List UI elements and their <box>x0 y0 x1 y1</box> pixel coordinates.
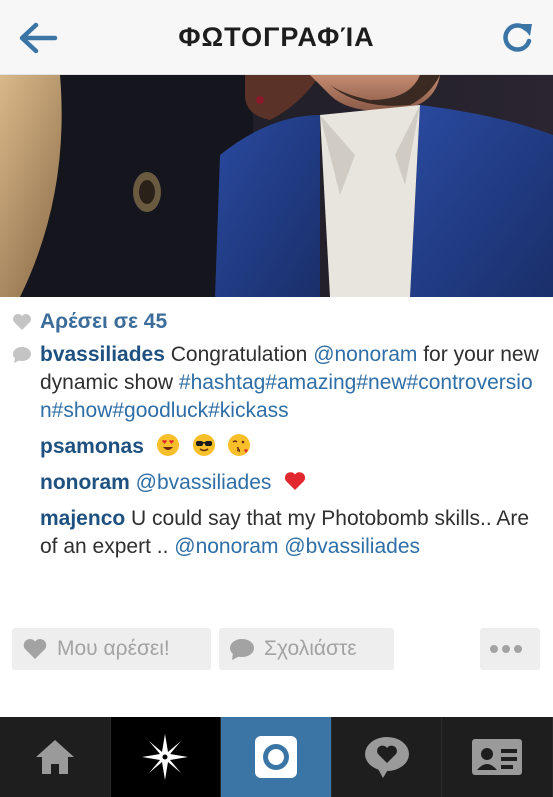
sunglasses-emoji-icon <box>192 434 215 456</box>
page-title: ΦΩΤΟΓΡΑΦΊΑ <box>178 22 375 52</box>
camera-icon <box>254 736 297 778</box>
comment-item: bvassiliades Congratulation @nonoram for… <box>40 341 540 425</box>
tab-activity[interactable] <box>332 717 443 797</box>
home-icon <box>35 740 74 774</box>
activity-icon <box>364 737 409 778</box>
profile-icon <box>472 739 523 775</box>
comment-username[interactable]: psamonas <box>40 435 144 458</box>
mention-link[interactable]: @bvassiliades <box>284 535 420 558</box>
comment-item: majenco U could say that my Photobomb sk… <box>40 505 540 561</box>
tab-camera[interactable] <box>221 717 332 797</box>
comments-list: bvassiliades Congratulation @nonoram for… <box>40 341 540 561</box>
like-button[interactable]: Μου αρέσει! <box>12 628 211 670</box>
likes-row[interactable]: Αρέσει σε 45 <box>12 309 167 335</box>
comment-bubble-icon <box>13 347 31 363</box>
comment-text: Congratulation <box>164 343 314 366</box>
action-bar: Μου αρέσει! Σχολιάστε <box>12 628 540 670</box>
comment-item: nonoram @bvassiliades <box>40 469 540 497</box>
refresh-button[interactable] <box>499 18 537 58</box>
heart-eyes-emoji-icon <box>156 434 179 456</box>
top-bar: ΦΩΤΟΓΡΑΦΊΑ <box>0 0 553 75</box>
comment-username[interactable]: nonoram <box>40 471 130 494</box>
explore-icon <box>142 734 189 780</box>
red-heart-emoji-icon <box>285 472 306 490</box>
mention-link[interactable]: @bvassiliades <box>130 471 272 494</box>
comment-username[interactable]: bvassiliades <box>40 343 165 366</box>
post-photo[interactable] <box>0 75 553 297</box>
kissing-heart-emoji-icon <box>228 434 251 456</box>
heart-icon <box>13 314 31 330</box>
mention-link[interactable]: @nonoram <box>174 535 278 558</box>
bottom-tab-bar <box>0 717 553 797</box>
comment-bubble-icon <box>230 639 254 660</box>
comment-username[interactable]: majenco <box>40 507 125 530</box>
likes-count[interactable]: Αρέσει σε 45 <box>40 310 167 334</box>
tab-profile[interactable] <box>442 717 553 797</box>
more-dots-icon <box>489 645 522 653</box>
refresh-icon <box>503 23 532 52</box>
mention-link[interactable]: @nonoram <box>313 343 417 366</box>
like-button-label: Μου αρέσει! <box>57 637 170 660</box>
tab-explore[interactable] <box>110 717 222 797</box>
comment-button-label: Σχολιάστε <box>264 637 357 660</box>
comment-item: psamonas <box>40 433 540 461</box>
comment-button[interactable]: Σχολιάστε <box>219 628 394 670</box>
heart-icon <box>23 639 47 659</box>
more-options-button[interactable] <box>480 628 540 670</box>
tab-home[interactable] <box>0 717 111 797</box>
